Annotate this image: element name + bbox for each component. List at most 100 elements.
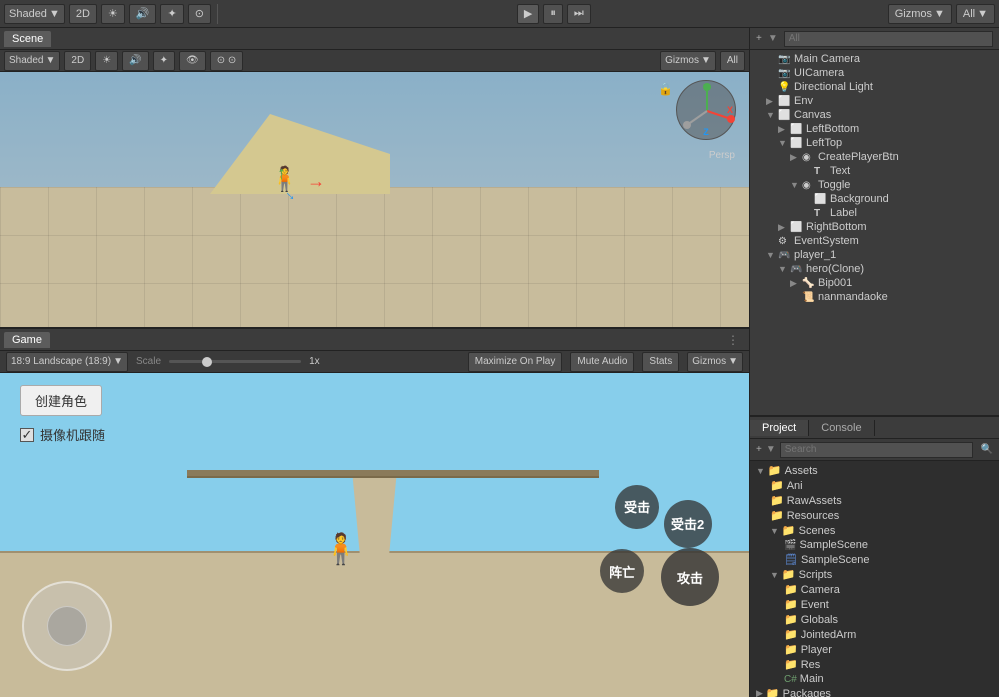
asset-search[interactable] (780, 442, 973, 458)
add-hierarchy-btn[interactable]: + (756, 33, 762, 44)
hierarchy-toolbar: + ▼ (750, 28, 999, 50)
folder-player[interactable]: 📁 Player (750, 642, 999, 657)
center-pause-btn[interactable]: ⏸ (543, 4, 563, 24)
scene-light-btn[interactable]: ☀ (95, 51, 118, 71)
folder-globals[interactable]: 📁 Globals (750, 612, 999, 627)
tree-background[interactable]: ⬜ Background (750, 192, 999, 206)
pc-content: ▼ 📁 Assets 📁 Ani 📁 RawAssets 📁 Res (750, 461, 999, 697)
tree-uicamera[interactable]: 📷 UICamera (750, 66, 999, 80)
icon-text: T (814, 166, 828, 177)
scene-gizmo: Y X Z (676, 80, 741, 145)
joystick[interactable] (22, 581, 112, 671)
folder-camera[interactable]: 📁 Camera (750, 582, 999, 597)
tree-text[interactable]: T Text (750, 164, 999, 178)
folder-assets[interactable]: ▼ 📁 Assets (750, 463, 999, 478)
attack-button[interactable]: 攻击 (661, 548, 719, 606)
scene-audio-btn[interactable]: 🔊 (122, 51, 148, 71)
folder-jointedarm[interactable]: 📁 JointedArm (750, 627, 999, 642)
scale-thumb (202, 357, 212, 367)
center-step-btn[interactable]: ⏭ (567, 4, 591, 24)
all-dropdown[interactable]: All ▼ (956, 4, 995, 24)
camera-follow-checkbox[interactable]: ✓ (20, 428, 34, 442)
folder-rawassets[interactable]: 📁 RawAssets (750, 493, 999, 508)
pc-toolbar: + ▼ 🔍 (750, 439, 999, 461)
hierarchy-search[interactable] (784, 31, 993, 47)
tab-game[interactable]: Game (4, 332, 50, 348)
icon-samplescene: 🗒 (784, 553, 798, 566)
folder-res[interactable]: 📁 Res (750, 657, 999, 672)
icon-eventsystem: ⚙ (778, 236, 792, 247)
scene-3d-view[interactable]: 🧍 ↑ → → Y X Z (0, 72, 749, 327)
gizmos-scene-btn[interactable]: Gizmos▼ (660, 51, 716, 71)
2d-button[interactable]: 2D (69, 4, 97, 24)
folder-event[interactable]: 📁 Event (750, 597, 999, 612)
game-view: Game ⋮ 18:9 Landscape (18:9)▼ Scale 1x M… (0, 327, 749, 697)
game-gizmos-btn[interactable]: Gizmos▼ (687, 352, 743, 372)
game-options-btn[interactable]: ⋮ (721, 331, 745, 349)
hit-button[interactable]: 受击 (615, 485, 659, 529)
file-samplescene-unity[interactable]: 🎬 SampleScene (750, 538, 999, 552)
scene-fx-btn[interactable]: ✦ (153, 51, 175, 71)
tree-env[interactable]: ▶ ⬜ Env (750, 94, 999, 108)
scene-extra-btn[interactable]: ⊙ ⊙ (210, 51, 244, 71)
joystick-inner (47, 606, 87, 646)
light-button[interactable]: ☀ (101, 4, 125, 24)
shading-dropdown[interactable]: Shaded ▼ (4, 4, 65, 24)
pc-arrow: ▼ (766, 444, 776, 455)
folder-scripts[interactable]: ▼ 📁 Scripts (750, 567, 999, 582)
tree-rightbottom[interactable]: ▶ ⬜ RightBottom (750, 220, 999, 234)
stats-btn[interactable]: Stats (642, 352, 679, 372)
tree-player1[interactable]: ▼ 🎮 player_1 (750, 248, 999, 262)
game-toolbar: 18:9 Landscape (18:9)▼ Scale 1x Maximize… (0, 351, 749, 373)
tree-lefttop[interactable]: ▼ ⬜ LeftTop (750, 136, 999, 150)
tree-bip001[interactable]: ▶ 🦴 Bip001 (750, 276, 999, 290)
search-scene-btn[interactable]: All (720, 51, 745, 71)
create-character-btn[interactable]: 创建角色 (20, 385, 102, 416)
tree-eventsystem[interactable]: ⚙ EventSystem (750, 234, 999, 248)
icon-ani: 📁 (770, 479, 784, 492)
hierarchy-panel: + ▼ 📷 Main Camera 📷 UICamera 💡 (750, 28, 999, 417)
camera-follow-label: ✓ 摄像机跟随 (20, 425, 105, 444)
folder-scenes[interactable]: ▼ 📁 Scenes (750, 523, 999, 538)
tab-scene[interactable]: Scene (4, 31, 51, 47)
folder-packages[interactable]: ▶ 📁 Packages (750, 686, 999, 697)
aspect-dropdown[interactable]: 18:9 Landscape (18:9)▼ (6, 352, 128, 372)
tab-console[interactable]: Console (809, 420, 874, 436)
tree-createplayerbtn[interactable]: ▶ ◉ CreatePlayerBtn (750, 150, 999, 164)
tab-project[interactable]: Project (750, 420, 809, 436)
audio-button[interactable]: 🔊 (129, 4, 157, 24)
icon-uicamera: 📷 (778, 68, 792, 79)
arrow-scenes: ▼ (770, 526, 779, 536)
scene-2d-btn[interactable]: 2D (64, 51, 91, 71)
tree-main-camera[interactable]: 📷 Main Camera (750, 52, 999, 66)
center-play-btn[interactable]: ▶ (517, 4, 539, 24)
folder-resources[interactable]: 📁 Resources (750, 508, 999, 523)
tree-hero-clone[interactable]: ▼ 🎮 hero(Clone) (750, 262, 999, 276)
scale-value: 1x (309, 356, 320, 367)
icon-hero: 🎮 (790, 264, 804, 275)
arrow-bip001: ▶ (790, 278, 800, 289)
search-icon[interactable]: 🔍 (981, 444, 993, 455)
tree-directional-light[interactable]: 💡 Directional Light (750, 80, 999, 94)
tree-label[interactable]: T Label (750, 206, 999, 220)
tree-nanmandaoke[interactable]: 📜 nanmandaoke (750, 290, 999, 304)
tree-leftbottom[interactable]: ▶ ⬜ LeftBottom (750, 122, 999, 136)
arrow-rightbottom: ▶ (778, 222, 788, 233)
lock-icon[interactable]: 🔒 (658, 82, 673, 96)
scene-hidden-btn[interactable]: 👁 (179, 51, 206, 71)
fx-button[interactable]: ✦ (160, 4, 183, 24)
shading-select[interactable]: Shaded▼ (4, 51, 60, 71)
file-main[interactable]: C# Main (750, 672, 999, 686)
hit2-button[interactable]: 受击2 (664, 500, 712, 548)
add-asset-btn[interactable]: + (756, 444, 762, 455)
icon-resources: 📁 (770, 509, 784, 522)
tree-toggle[interactable]: ▼ ◉ Toggle (750, 178, 999, 192)
scene-view-btn[interactable]: ⊙ (188, 4, 211, 24)
file-samplescene[interactable]: 🗒 SampleScene (750, 552, 999, 567)
folder-ani[interactable]: 📁 Ani (750, 478, 999, 493)
tree-canvas[interactable]: ▼ ⬜ Canvas (750, 108, 999, 122)
scale-slider[interactable] (169, 360, 301, 363)
gizmos-dropdown[interactable]: Gizmos ▼ (888, 4, 952, 24)
mute-audio-btn[interactable]: Mute Audio (570, 352, 634, 372)
maximize-on-play-btn[interactable]: Maximize On Play (468, 352, 563, 372)
